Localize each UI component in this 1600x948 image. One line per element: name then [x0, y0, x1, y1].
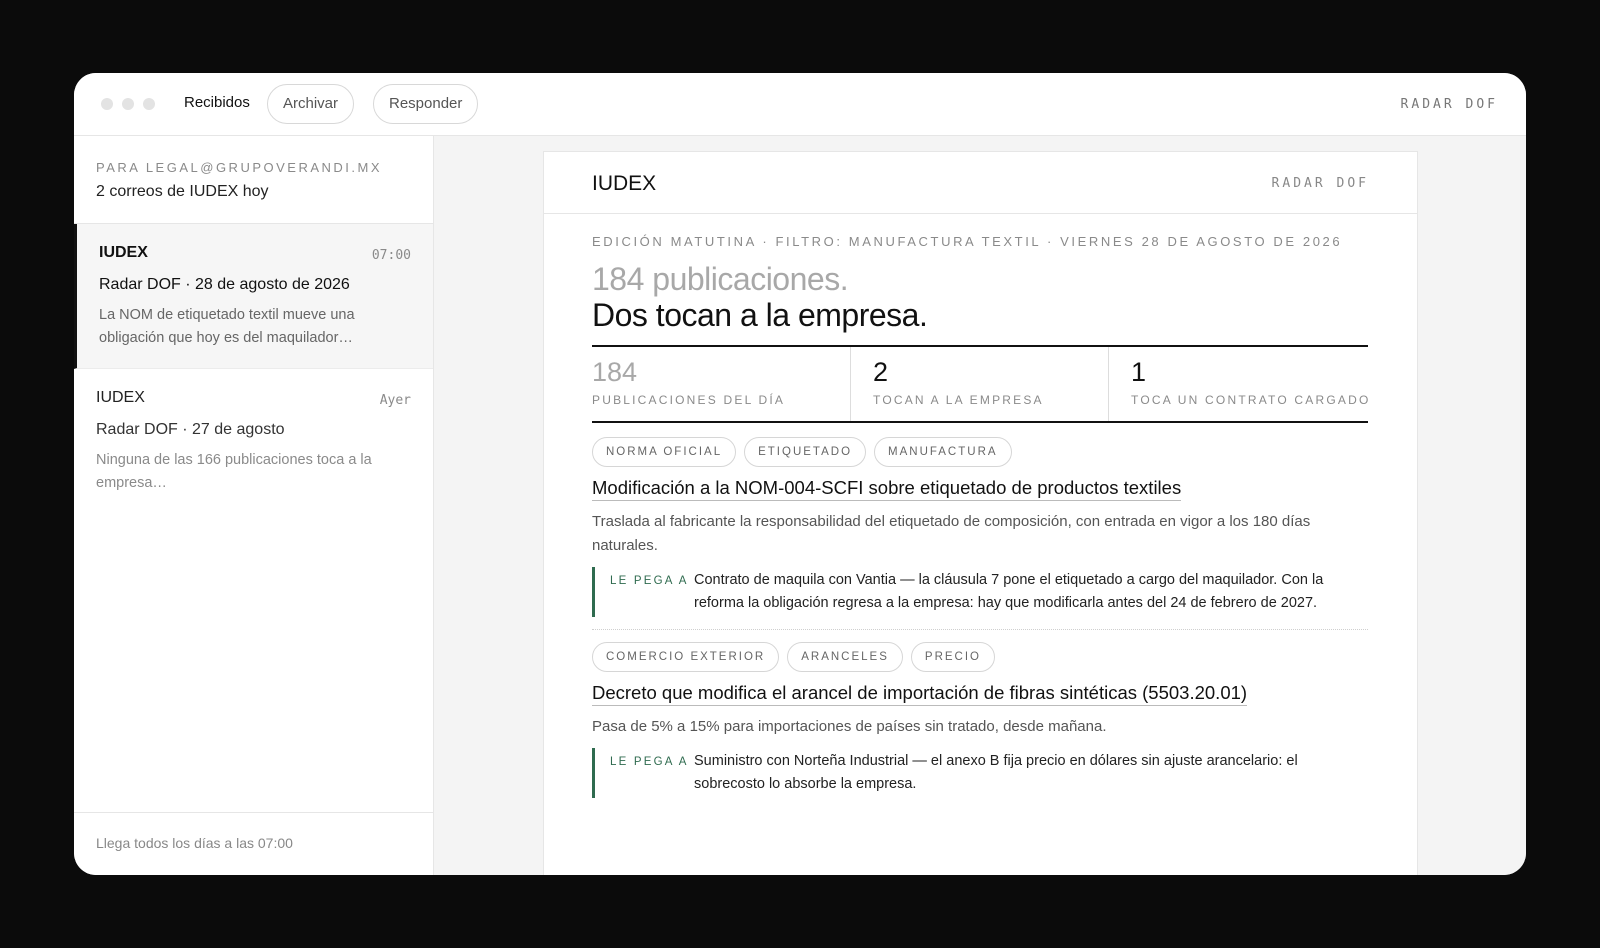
- publication-item: COMERCIO EXTERIOR ARANCELES PRECIO Decre…: [592, 642, 1368, 798]
- publication-description: Pasa de 5% a 15% para importaciones de p…: [592, 718, 1107, 735]
- brand-label: RADAR DOF: [1400, 97, 1498, 112]
- edition-meta: EDICIÓN MATUTINA · FILTRO: MANUFACTURA T…: [592, 234, 1343, 249]
- mail-subject: Radar DOF · 27 de agosto: [96, 421, 285, 438]
- email-header: IUDEX RADAR DOF: [544, 152, 1417, 214]
- maximize-window-dot[interactable]: [143, 98, 155, 110]
- impact-text: Suministro con Norteña Industrial — el a…: [694, 753, 1298, 792]
- tag: ETIQUETADO: [744, 437, 867, 467]
- stat-label: PUBLICACIONES DEL DÍA: [592, 393, 786, 407]
- impact-text: Contrato de maquila con Vantia — la cláu…: [694, 572, 1324, 611]
- tag: PRECIO: [910, 642, 995, 672]
- recipient-address: PARA LEGAL@GRUPOVERANDI.MX: [96, 160, 383, 175]
- minimize-window-dot[interactable]: [122, 98, 134, 110]
- delivery-schedule-note: Llega todos los días a las 07:00: [74, 812, 433, 875]
- window-controls: [101, 98, 155, 110]
- impact-label: LE PEGA A: [610, 756, 689, 768]
- publication-item: NORMA OFICIAL ETIQUETADO MANUFACTURA Mod…: [592, 437, 1368, 617]
- publication-divider: [592, 629, 1368, 630]
- mail-item[interactable]: IUDEX Ayer Radar DOF · 27 de agosto Ning…: [74, 369, 433, 509]
- stat-value: 2: [873, 357, 889, 387]
- stat-affecting-contract: 1 TOCA UN CONTRATO CARGADO: [1108, 347, 1368, 421]
- mail-time: Ayer: [379, 393, 411, 408]
- mail-count: 2 correos de IUDEX hoy: [96, 183, 269, 200]
- tag: ARANCELES: [787, 642, 903, 672]
- tag: MANUFACTURA: [874, 437, 1012, 467]
- mail-window: Recibidos Archivar Responder RADAR DOF P…: [74, 73, 1526, 875]
- publication-title-link[interactable]: Modificación a la NOM-004-SCFI sobre eti…: [592, 477, 1182, 501]
- stats-bar: 184 PUBLICACIONES DEL DÍA 2 TOCAN A LA E…: [592, 345, 1368, 423]
- tag: NORMA OFICIAL: [592, 437, 737, 467]
- inbox-tab[interactable]: Recibidos: [184, 94, 250, 111]
- close-window-dot[interactable]: [101, 98, 113, 110]
- impact-label: LE PEGA A: [610, 575, 689, 587]
- mail-preview: La NOM de etiquetado textil mueve una ob…: [99, 307, 355, 346]
- mail-sender: IUDEX: [96, 389, 145, 406]
- archive-button[interactable]: Archivar: [267, 84, 355, 124]
- mail-time: 07:00: [371, 248, 411, 263]
- stat-value: 184: [592, 357, 638, 387]
- mail-list-sidebar: PARA LEGAL@GRUPOVERANDI.MX 2 correos de …: [74, 136, 434, 875]
- tag: COMERCIO EXTERIOR: [592, 642, 780, 672]
- mail-item-selected[interactable]: IUDEX 07:00 Radar DOF · 28 de agosto de …: [74, 224, 433, 369]
- impact-callout: LE PEGA A Suministro con Norteña Industr…: [592, 748, 1368, 798]
- tag-list: COMERCIO EXTERIOR ARANCELES PRECIO: [592, 642, 1368, 672]
- headline-muted: 184 publicaciones.: [592, 261, 849, 297]
- mail-preview: Ninguna de las 166 publicaciones toca a …: [96, 452, 372, 491]
- stat-affecting-company: 2 TOCAN A LA EMPRESA: [850, 347, 1108, 421]
- stat-publications: 184 PUBLICACIONES DEL DÍA: [592, 347, 850, 421]
- email-content: IUDEX RADAR DOF EDICIÓN MATUTINA · FILTR…: [543, 151, 1418, 875]
- publication-description: Traslada al fabricante la responsabilida…: [592, 513, 1311, 554]
- stat-value: 1: [1131, 357, 1147, 387]
- mail-sender: IUDEX: [99, 244, 148, 261]
- headline: Dos tocan a la empresa.: [592, 297, 928, 333]
- email-brand: RADAR DOF: [1271, 176, 1369, 191]
- mail-subject: Radar DOF · 28 de agosto de 2026: [99, 276, 350, 293]
- email-logo: IUDEX: [592, 172, 657, 195]
- reply-button[interactable]: Responder: [373, 84, 479, 124]
- impact-callout: LE PEGA A Contrato de maquila con Vantia…: [592, 567, 1368, 617]
- toolbar: Recibidos Archivar Responder RADAR DOF: [74, 73, 1526, 136]
- mail-list-header: PARA LEGAL@GRUPOVERANDI.MX 2 correos de …: [74, 136, 433, 224]
- stat-label: TOCA UN CONTRATO CARGADO: [1131, 393, 1371, 407]
- reading-pane: IUDEX RADAR DOF EDICIÓN MATUTINA · FILTR…: [434, 136, 1526, 875]
- stat-label: TOCAN A LA EMPRESA: [873, 393, 1044, 407]
- email-body: EDICIÓN MATUTINA · FILTRO: MANUFACTURA T…: [592, 234, 1368, 798]
- tag-list: NORMA OFICIAL ETIQUETADO MANUFACTURA: [592, 437, 1368, 467]
- publication-title-link[interactable]: Decreto que modifica el arancel de impor…: [592, 682, 1248, 706]
